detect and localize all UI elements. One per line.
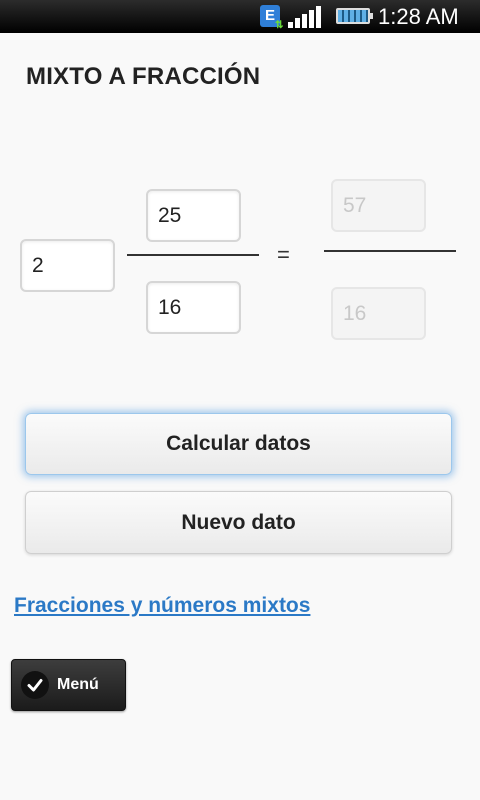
check-icon [21,671,49,699]
fraction-bar [127,254,259,256]
calculate-button[interactable]: Calcular datos [25,413,452,475]
result-numerator-field: 57 [331,179,426,232]
menu-button[interactable]: Menú [11,659,126,711]
result-denominator-field: 16 [331,287,426,340]
equals-sign: = [277,242,290,267]
whole-number-input[interactable]: 2 [20,239,115,292]
battery-icon [336,8,373,24]
page-title: MIXTO A FRACCIÓN [26,63,261,90]
result-fraction-bar [324,250,456,252]
e-data-icon: E ⇅ [260,5,283,31]
data-arrows-icon: ⇅ [275,20,284,31]
network-badge: E [264,7,275,24]
status-time: 1:28 AM [378,4,459,29]
new-data-button[interactable]: Nuevo dato [25,491,452,554]
numerator-input[interactable]: 25 [146,189,241,242]
signal-icon [288,6,321,28]
menu-label: Menú [57,676,99,693]
status-bar: E ⇅ 1:28 AM [0,0,480,33]
fractions-mixed-numbers-link[interactable]: Fracciones y números mixtos [14,594,310,618]
denominator-input[interactable]: 16 [146,281,241,334]
